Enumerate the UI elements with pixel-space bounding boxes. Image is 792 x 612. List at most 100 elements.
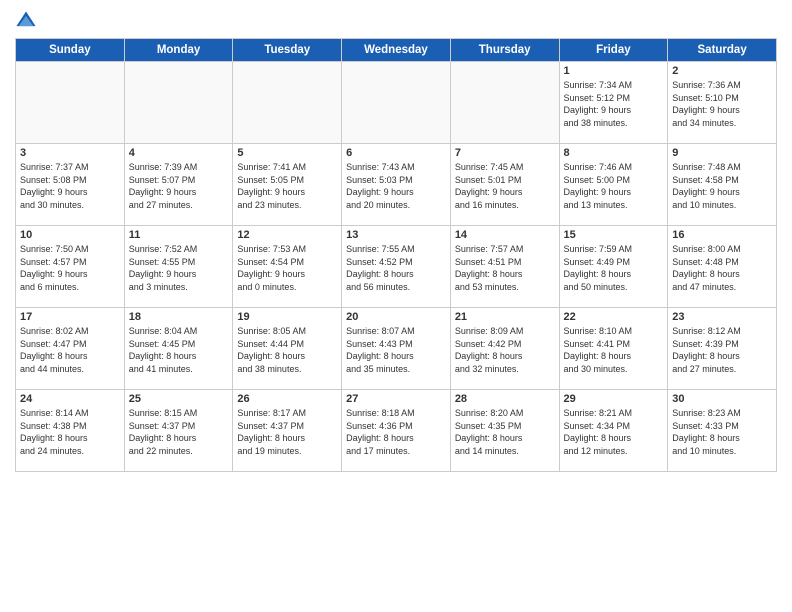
calendar-cell: 4 Sunrise: 7:39 AM Sunset: 5:07 PM Daylig… bbox=[124, 144, 233, 226]
day-number: 4 bbox=[129, 147, 229, 159]
col-header-friday: Friday bbox=[559, 39, 668, 62]
calendar-cell bbox=[233, 62, 342, 144]
day-number: 28 bbox=[455, 393, 555, 405]
col-header-monday: Monday bbox=[124, 39, 233, 62]
day-number: 23 bbox=[672, 311, 772, 323]
day-detail: Sunrise: 7:57 AM Sunset: 4:51 PM Dayligh… bbox=[455, 244, 524, 292]
day-number: 17 bbox=[20, 311, 120, 323]
calendar-cell: 20 Sunrise: 8:07 AM Sunset: 4:43 PM Dayli… bbox=[342, 308, 451, 390]
day-detail: Sunrise: 8:04 AM Sunset: 4:45 PM Dayligh… bbox=[129, 326, 198, 374]
calendar-cell: 17 Sunrise: 8:02 AM Sunset: 4:47 PM Dayli… bbox=[16, 308, 125, 390]
calendar-cell: 16 Sunrise: 8:00 AM Sunset: 4:48 PM Dayli… bbox=[668, 226, 777, 308]
day-detail: Sunrise: 7:39 AM Sunset: 5:07 PM Dayligh… bbox=[129, 162, 198, 210]
logo-icon bbox=[15, 10, 37, 32]
day-number: 22 bbox=[564, 311, 664, 323]
day-number: 13 bbox=[346, 229, 446, 241]
day-detail: Sunrise: 8:02 AM Sunset: 4:47 PM Dayligh… bbox=[20, 326, 89, 374]
day-detail: Sunrise: 8:09 AM Sunset: 4:42 PM Dayligh… bbox=[455, 326, 524, 374]
day-number: 8 bbox=[564, 147, 664, 159]
day-detail: Sunrise: 7:59 AM Sunset: 4:49 PM Dayligh… bbox=[564, 244, 633, 292]
calendar-cell: 11 Sunrise: 7:52 AM Sunset: 4:55 PM Dayli… bbox=[124, 226, 233, 308]
calendar-cell: 12 Sunrise: 7:53 AM Sunset: 4:54 PM Dayli… bbox=[233, 226, 342, 308]
calendar-cell: 9 Sunrise: 7:48 AM Sunset: 4:58 PM Daylig… bbox=[668, 144, 777, 226]
week-row-3: 10 Sunrise: 7:50 AM Sunset: 4:57 PM Dayli… bbox=[16, 226, 777, 308]
week-row-1: 1 Sunrise: 7:34 AM Sunset: 5:12 PM Daylig… bbox=[16, 62, 777, 144]
day-detail: Sunrise: 7:36 AM Sunset: 5:10 PM Dayligh… bbox=[672, 80, 741, 128]
page-header bbox=[15, 10, 777, 32]
calendar-cell: 19Sunrise: 8:05 AM Sunset: 4:44 PM Dayli… bbox=[233, 308, 342, 390]
week-row-5: 24Sunrise: 8:14 AM Sunset: 4:38 PM Dayli… bbox=[16, 390, 777, 472]
week-row-4: 17 Sunrise: 8:02 AM Sunset: 4:47 PM Dayli… bbox=[16, 308, 777, 390]
col-header-wednesday: Wednesday bbox=[342, 39, 451, 62]
day-number: 15 bbox=[564, 229, 664, 241]
calendar-cell: 27Sunrise: 8:18 AM Sunset: 4:36 PM Dayli… bbox=[342, 390, 451, 472]
day-detail: Sunrise: 7:50 AM Sunset: 4:57 PM Dayligh… bbox=[20, 244, 89, 292]
day-detail: Sunrise: 7:53 AM Sunset: 4:54 PM Dayligh… bbox=[237, 244, 306, 292]
calendar-cell: 5 Sunrise: 7:41 AM Sunset: 5:05 PM Daylig… bbox=[233, 144, 342, 226]
day-number: 7 bbox=[455, 147, 555, 159]
calendar-cell: 6 Sunrise: 7:43 AM Sunset: 5:03 PM Daylig… bbox=[342, 144, 451, 226]
day-number: 6 bbox=[346, 147, 446, 159]
day-detail: Sunrise: 8:05 AM Sunset: 4:44 PM Dayligh… bbox=[237, 326, 306, 374]
day-detail: Sunrise: 7:52 AM Sunset: 4:55 PM Dayligh… bbox=[129, 244, 198, 292]
calendar-cell: 3 Sunrise: 7:37 AM Sunset: 5:08 PM Daylig… bbox=[16, 144, 125, 226]
calendar-cell: 8 Sunrise: 7:46 AM Sunset: 5:00 PM Daylig… bbox=[559, 144, 668, 226]
calendar-cell: 25Sunrise: 8:15 AM Sunset: 4:37 PM Dayli… bbox=[124, 390, 233, 472]
day-number: 24 bbox=[20, 393, 120, 405]
day-number: 3 bbox=[20, 147, 120, 159]
day-detail: Sunrise: 8:07 AM Sunset: 4:43 PM Dayligh… bbox=[346, 326, 415, 374]
day-detail: Sunrise: 8:00 AM Sunset: 4:48 PM Dayligh… bbox=[672, 244, 741, 292]
calendar-cell: 24Sunrise: 8:14 AM Sunset: 4:38 PM Dayli… bbox=[16, 390, 125, 472]
day-number: 2 bbox=[672, 65, 772, 77]
col-header-saturday: Saturday bbox=[668, 39, 777, 62]
calendar-cell: 15 Sunrise: 7:59 AM Sunset: 4:49 PM Dayli… bbox=[559, 226, 668, 308]
week-row-2: 3 Sunrise: 7:37 AM Sunset: 5:08 PM Daylig… bbox=[16, 144, 777, 226]
calendar-cell bbox=[450, 62, 559, 144]
calendar-cell: 1 Sunrise: 7:34 AM Sunset: 5:12 PM Daylig… bbox=[559, 62, 668, 144]
day-number: 16 bbox=[672, 229, 772, 241]
day-number: 9 bbox=[672, 147, 772, 159]
col-header-sunday: Sunday bbox=[16, 39, 125, 62]
calendar-cell bbox=[124, 62, 233, 144]
calendar-cell: 29 Sunrise: 8:21 AM Sunset: 4:34 PM Dayli… bbox=[559, 390, 668, 472]
day-number: 20 bbox=[346, 311, 446, 323]
header-row: SundayMondayTuesdayWednesdayThursdayFrid… bbox=[16, 39, 777, 62]
day-number: 30 bbox=[672, 393, 772, 405]
day-detail: Sunrise: 8:20 AM Sunset: 4:35 PM Dayligh… bbox=[455, 408, 524, 456]
day-detail: Sunrise: 8:21 AM Sunset: 4:34 PM Dayligh… bbox=[564, 408, 633, 456]
day-number: 10 bbox=[20, 229, 120, 241]
calendar-cell: 22 Sunrise: 8:10 AM Sunset: 4:41 PM Dayli… bbox=[559, 308, 668, 390]
page-container: SundayMondayTuesdayWednesdayThursdayFrid… bbox=[0, 0, 792, 482]
day-number: 1 bbox=[564, 65, 664, 77]
day-detail: Sunrise: 7:37 AM Sunset: 5:08 PM Dayligh… bbox=[20, 162, 89, 210]
day-detail: Sunrise: 8:10 AM Sunset: 4:41 PM Dayligh… bbox=[564, 326, 633, 374]
calendar-cell: 30Sunrise: 8:23 AM Sunset: 4:33 PM Dayli… bbox=[668, 390, 777, 472]
day-detail: Sunrise: 7:55 AM Sunset: 4:52 PM Dayligh… bbox=[346, 244, 415, 292]
day-detail: Sunrise: 7:41 AM Sunset: 5:05 PM Dayligh… bbox=[237, 162, 306, 210]
day-number: 29 bbox=[564, 393, 664, 405]
day-detail: Sunrise: 7:48 AM Sunset: 4:58 PM Dayligh… bbox=[672, 162, 741, 210]
calendar-cell bbox=[16, 62, 125, 144]
calendar-cell: 2 Sunrise: 7:36 AM Sunset: 5:10 PM Daylig… bbox=[668, 62, 777, 144]
calendar-cell: 26Sunrise: 8:17 AM Sunset: 4:37 PM Dayli… bbox=[233, 390, 342, 472]
day-number: 11 bbox=[129, 229, 229, 241]
day-detail: Sunrise: 7:46 AM Sunset: 5:00 PM Dayligh… bbox=[564, 162, 633, 210]
day-number: 5 bbox=[237, 147, 337, 159]
day-number: 18 bbox=[129, 311, 229, 323]
day-number: 25 bbox=[129, 393, 229, 405]
col-header-tuesday: Tuesday bbox=[233, 39, 342, 62]
calendar-cell bbox=[342, 62, 451, 144]
day-number: 26 bbox=[237, 393, 337, 405]
calendar-cell: 14 Sunrise: 7:57 AM Sunset: 4:51 PM Dayli… bbox=[450, 226, 559, 308]
day-detail: Sunrise: 7:34 AM Sunset: 5:12 PM Dayligh… bbox=[564, 80, 633, 128]
day-number: 14 bbox=[455, 229, 555, 241]
calendar-cell: 10 Sunrise: 7:50 AM Sunset: 4:57 PM Dayli… bbox=[16, 226, 125, 308]
day-detail: Sunrise: 7:43 AM Sunset: 5:03 PM Dayligh… bbox=[346, 162, 415, 210]
day-detail: Sunrise: 7:45 AM Sunset: 5:01 PM Dayligh… bbox=[455, 162, 524, 210]
calendar-cell: 23Sunrise: 8:12 AM Sunset: 4:39 PM Dayli… bbox=[668, 308, 777, 390]
day-number: 12 bbox=[237, 229, 337, 241]
calendar-cell: 7 Sunrise: 7:45 AM Sunset: 5:01 PM Daylig… bbox=[450, 144, 559, 226]
calendar-cell: 21Sunrise: 8:09 AM Sunset: 4:42 PM Dayli… bbox=[450, 308, 559, 390]
day-detail: Sunrise: 8:18 AM Sunset: 4:36 PM Dayligh… bbox=[346, 408, 415, 456]
calendar-table: SundayMondayTuesdayWednesdayThursdayFrid… bbox=[15, 38, 777, 472]
